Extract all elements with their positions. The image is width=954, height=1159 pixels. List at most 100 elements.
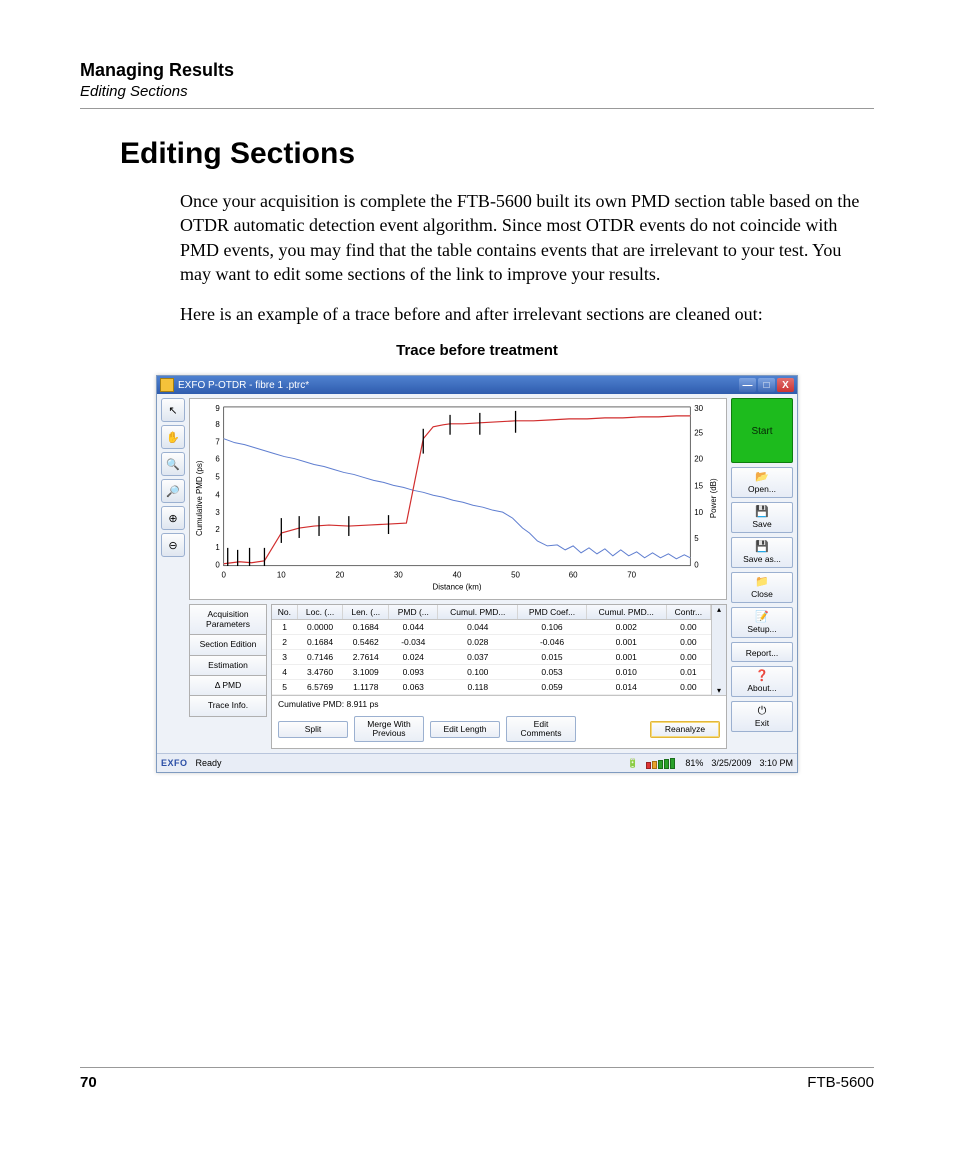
about-button[interactable]: ❓About... — [731, 666, 793, 697]
open-button[interactable]: 📂Open... — [731, 467, 793, 498]
col-cumul-pmd2[interactable]: Cumul. PMD... — [586, 605, 666, 620]
table-cell: 0.024 — [389, 650, 438, 665]
col-len[interactable]: Len. (... — [343, 605, 389, 620]
minimize-button[interactable]: — — [739, 378, 756, 392]
table-cell: 0.106 — [518, 620, 586, 635]
status-bar: EXFO Ready 🔋 81% 3/25/2009 3:10 PM — [157, 753, 797, 772]
tab-acquisition-parameters[interactable]: Acquisition Parameters — [189, 604, 267, 635]
body-paragraph-1: Once your acquisition is complete the FT… — [180, 189, 870, 286]
reanalyze-button[interactable]: Reanalyze — [650, 721, 720, 738]
table-cell: 0.001 — [586, 635, 666, 650]
page-title: Editing Sections — [120, 137, 874, 171]
scroll-down-icon[interactable]: ▾ — [712, 686, 726, 695]
right-sidebar: Start 📂Open... 💾Save 💾Save as... 📁Close … — [731, 398, 793, 749]
table-cell: 1 — [272, 620, 297, 635]
setup-button[interactable]: 📝Setup... — [731, 607, 793, 638]
svg-text:50: 50 — [511, 571, 520, 580]
zoom-area-tool-icon[interactable]: 🔍 — [161, 452, 185, 476]
save-button[interactable]: 💾Save — [731, 502, 793, 533]
table-cell: 4 — [272, 665, 297, 680]
table-cell: 0.010 — [586, 665, 666, 680]
close-window-button[interactable]: X — [777, 378, 794, 392]
table-cell: 0.015 — [518, 650, 586, 665]
chapter-title: Managing Results — [80, 60, 874, 81]
body-paragraph-2: Here is an example of a trace before and… — [180, 302, 870, 326]
trace-chart[interactable]: 01020 304050 6070 Distance (km) 012 345 … — [189, 398, 727, 600]
edit-length-button[interactable]: Edit Length — [430, 721, 500, 738]
table-cell: 5 — [272, 680, 297, 695]
merge-with-previous-button[interactable]: Merge With Previous — [354, 716, 424, 742]
table-row[interactable]: 56.57691.11780.0630.1180.0590.0140.00 — [272, 680, 711, 695]
table-cell: 0.00 — [666, 650, 710, 665]
zoom-in-tool-icon[interactable]: ⊕ — [161, 506, 185, 530]
x-axis-label: Distance (km) — [433, 583, 482, 592]
tab-trace-info[interactable]: Trace Info. — [189, 696, 267, 716]
table-cell: 0.00 — [666, 620, 710, 635]
section-table-pane: No. Loc. (... Len. (... PMD (... Cumul. … — [271, 604, 727, 749]
hand-tool-icon[interactable]: ✋ — [161, 425, 185, 449]
svg-text:4: 4 — [215, 491, 220, 500]
table-scrollbar[interactable]: ▴ ▾ — [711, 605, 726, 695]
save-as-button[interactable]: 💾Save as... — [731, 537, 793, 568]
table-row[interactable]: 43.47603.10090.0930.1000.0530.0100.01 — [272, 665, 711, 680]
start-button[interactable]: Start — [731, 398, 793, 463]
table-cell: 6.5769 — [297, 680, 342, 695]
status-ready: Ready — [196, 758, 222, 768]
col-loc[interactable]: Loc. (... — [297, 605, 342, 620]
document-edit-icon: 📝 — [755, 612, 769, 623]
maximize-button[interactable]: □ — [758, 378, 775, 392]
exit-button[interactable]: ⏻Exit — [731, 701, 793, 732]
cumulative-pmd-label: Cumulative PMD: 8.911 ps — [272, 695, 726, 712]
table-cell: 0.01 — [666, 665, 710, 680]
zoom-out-tool-icon[interactable]: ⊖ — [161, 533, 185, 557]
col-pmd-coef[interactable]: PMD Coef... — [518, 605, 586, 620]
table-row[interactable]: 30.71462.76140.0240.0370.0150.0010.00 — [272, 650, 711, 665]
table-row[interactable]: 20.16840.5462-0.0340.028-0.0460.0010.00 — [272, 635, 711, 650]
disk-icon: 💾 — [755, 507, 769, 518]
page-footer: 70 FTB-5600 — [80, 1067, 874, 1091]
svg-text:70: 70 — [627, 571, 636, 580]
scroll-up-icon[interactable]: ▴ — [712, 605, 726, 614]
table-cell: 0.059 — [518, 680, 586, 695]
svg-text:2: 2 — [215, 525, 220, 534]
table-cell: 3.4760 — [297, 665, 342, 680]
tab-section-edition[interactable]: Section Edition — [189, 635, 267, 655]
svg-text:7: 7 — [215, 438, 220, 447]
brand-label: EXFO — [161, 758, 188, 768]
folder-icon: 📁 — [755, 577, 769, 588]
table-cell: 1.1178 — [343, 680, 389, 695]
report-button[interactable]: Report... — [731, 642, 793, 662]
disk-icon: 💾 — [755, 542, 769, 553]
table-cell: 0.063 — [389, 680, 438, 695]
svg-text:0: 0 — [215, 561, 220, 570]
table-cell: -0.034 — [389, 635, 438, 650]
tab-delta-pmd[interactable]: Δ PMD — [189, 676, 267, 696]
svg-text:40: 40 — [453, 571, 462, 580]
svg-text:10: 10 — [694, 509, 703, 518]
battery-bars-icon — [646, 758, 675, 769]
table-cell: 0.053 — [518, 665, 586, 680]
edit-comments-button[interactable]: Edit Comments — [506, 716, 576, 742]
table-cell: 3.1009 — [343, 665, 389, 680]
svg-text:1: 1 — [215, 543, 220, 552]
section-table[interactable]: No. Loc. (... Len. (... PMD (... Cumul. … — [272, 605, 711, 695]
table-row[interactable]: 10.00000.16840.0440.0440.1060.0020.00 — [272, 620, 711, 635]
svg-text:15: 15 — [694, 482, 703, 491]
split-button[interactable]: Split — [278, 721, 348, 738]
svg-text:20: 20 — [694, 455, 703, 464]
pointer-tool-icon[interactable]: ↖ — [161, 398, 185, 422]
col-no[interactable]: No. — [272, 605, 297, 620]
close-file-button[interactable]: 📁Close — [731, 572, 793, 603]
section-header: Editing Sections — [80, 83, 874, 100]
help-icon: ❓ — [755, 671, 769, 682]
col-cumul-pmd[interactable]: Cumul. PMD... — [438, 605, 518, 620]
col-contr[interactable]: Contr... — [666, 605, 710, 620]
battery-icon: 🔋 — [627, 758, 638, 769]
table-cell: 2 — [272, 635, 297, 650]
col-pmd[interactable]: PMD (... — [389, 605, 438, 620]
tab-estimation[interactable]: Estimation — [189, 656, 267, 676]
figure-caption: Trace before treatment — [80, 342, 874, 359]
table-cell: 0.00 — [666, 680, 710, 695]
zoom-fit-tool-icon[interactable]: 🔎 — [161, 479, 185, 503]
table-cell: 0.100 — [438, 665, 518, 680]
